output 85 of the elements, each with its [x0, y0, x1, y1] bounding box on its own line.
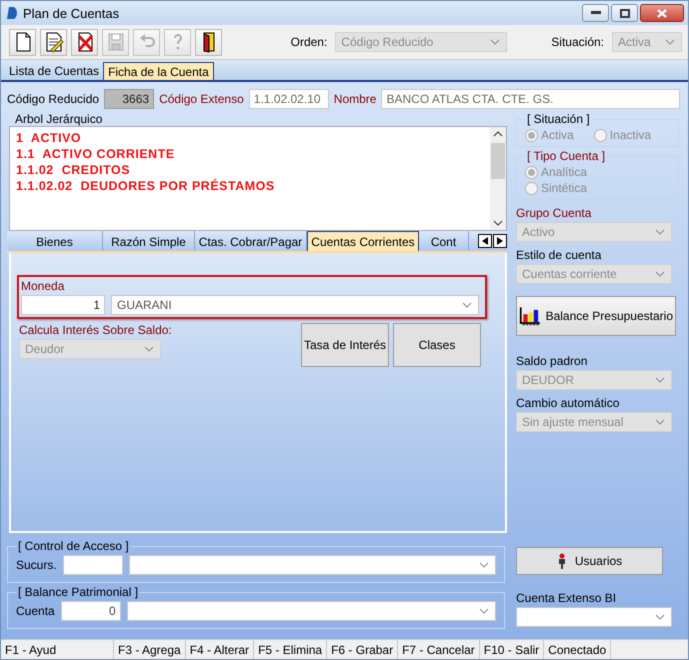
chevron-down-icon	[479, 562, 489, 568]
chevron-down-icon	[490, 39, 500, 45]
person-icon	[556, 553, 567, 569]
group-title: [ Balance Patrimonial ]	[17, 585, 140, 599]
tree-item[interactable]: 1.1.02.02 DEUDORES POR PRÉSTAMOS	[16, 179, 484, 193]
tab[interactable]: Lista de Cuentas	[5, 62, 104, 80]
input-field[interactable]: 1.1.02.02.10	[248, 89, 329, 109]
status-panel: F10 - Salir	[480, 640, 544, 659]
status-panel: F6 - Grabar	[327, 640, 398, 659]
action-button[interactable]: Tasa de Interés	[301, 323, 389, 367]
document-delete-icon	[77, 32, 93, 52]
status-panel: F3 - Agrega	[114, 640, 186, 659]
status-filter-label: Situación:	[551, 35, 604, 49]
field-label: Código Extenso	[159, 92, 244, 106]
minimize-button[interactable]	[582, 4, 609, 22]
group-title: [ Situación ]	[526, 112, 591, 126]
field-label: Código Reducido	[7, 92, 100, 106]
users-button[interactable]: Usuarios	[516, 547, 663, 575]
tab[interactable]: Bienes	[7, 231, 103, 251]
right-triangle-icon	[497, 237, 503, 245]
tree-item[interactable]: 1 ACTIVO	[16, 131, 484, 145]
chevron-down-icon	[655, 377, 665, 383]
input-field[interactable]: BANCO ATLAS CTA. CTE. GS.	[381, 89, 680, 109]
status-panel: F1 - Ayud	[1, 640, 114, 659]
field-label: Moneda	[21, 279, 66, 293]
tree-item[interactable]: 1.1.02 CREDITOS	[16, 163, 484, 177]
action-button[interactable]: Clases	[393, 323, 481, 367]
window-title: Plan de Cuentas	[23, 6, 120, 20]
close-button[interactable]	[640, 4, 684, 22]
chevron-down-icon	[655, 419, 665, 425]
chevron-down-icon	[655, 614, 665, 620]
order-label: Orden:	[290, 35, 328, 49]
chevron-down-icon	[144, 346, 154, 352]
budget-balance-button[interactable]: Balance Presupuestario	[516, 296, 676, 336]
chevron-up-icon	[493, 131, 503, 137]
input-field[interactable]: 0	[60, 601, 121, 621]
field-label: Calcula Interés Sobre Saldo:	[19, 323, 173, 337]
input-field[interactable]	[62, 555, 123, 575]
document-icon	[16, 32, 30, 52]
scroll-right-button[interactable]	[493, 234, 507, 248]
field-label: Cambio automático	[516, 396, 620, 410]
status-panel: F4 - Alterar	[186, 640, 254, 659]
status-panel: F7 - Cancelar	[398, 640, 480, 659]
scrollbar[interactable]	[490, 127, 506, 230]
tab[interactable]: Cuentas Corrientes	[307, 231, 419, 251]
maximize-button[interactable]	[611, 4, 638, 22]
field-label: Cuenta	[16, 604, 55, 618]
chevron-down-icon	[665, 39, 675, 45]
document-pencil-icon	[46, 32, 64, 53]
close-icon	[657, 8, 667, 18]
chevron-down-icon	[655, 229, 665, 235]
field-label: Saldo padron	[516, 354, 588, 368]
group-title: [ Control de Acceso ]	[17, 539, 130, 553]
app-logo-icon	[7, 7, 17, 19]
field-label: Estilo de cuenta	[516, 248, 602, 262]
chevron-down-icon	[493, 220, 503, 226]
maximize-icon	[620, 8, 630, 18]
field-label: Sucurs.	[16, 558, 57, 572]
left-triangle-icon	[482, 237, 488, 245]
tab[interactable]: Cont	[419, 231, 469, 251]
chevron-down-icon	[462, 302, 472, 308]
exit-door-icon	[203, 32, 214, 53]
question-mark-icon	[174, 34, 182, 50]
field-label: Cuenta Extenso BI	[516, 591, 618, 605]
toolbar-button[interactable]	[40, 28, 67, 56]
chevron-down-icon	[479, 608, 489, 614]
tab[interactable]: Ficha de la Cuenta	[103, 62, 214, 80]
tree-item[interactable]: 1.1 ACTIVO CORRIENTE	[16, 147, 484, 161]
chevron-down-icon	[655, 271, 665, 277]
undo-arrow-icon	[140, 34, 154, 47]
tab[interactable]: Razón Simple	[103, 231, 195, 251]
tree-label: Arbol Jerárquico	[14, 112, 104, 126]
toolbar-button[interactable]	[71, 28, 98, 56]
status-panel: F5 - Elimina	[254, 640, 328, 659]
input-field[interactable]: 1	[21, 295, 105, 315]
toolbar-button[interactable]	[9, 28, 36, 56]
toolbar-button[interactable]	[195, 28, 222, 56]
input-field[interactable]: 3663	[104, 89, 154, 109]
status-panel: Conectado	[544, 640, 612, 659]
field-label: Grupo Cuenta	[516, 206, 592, 220]
field-label: Nombre	[334, 92, 376, 106]
scroll-left-button[interactable]	[478, 234, 492, 248]
group-title: [ Tipo Cuenta ]	[526, 149, 606, 163]
minimize-icon	[590, 11, 600, 15]
currency-dropdown[interactable]: GUARANI	[111, 295, 479, 315]
